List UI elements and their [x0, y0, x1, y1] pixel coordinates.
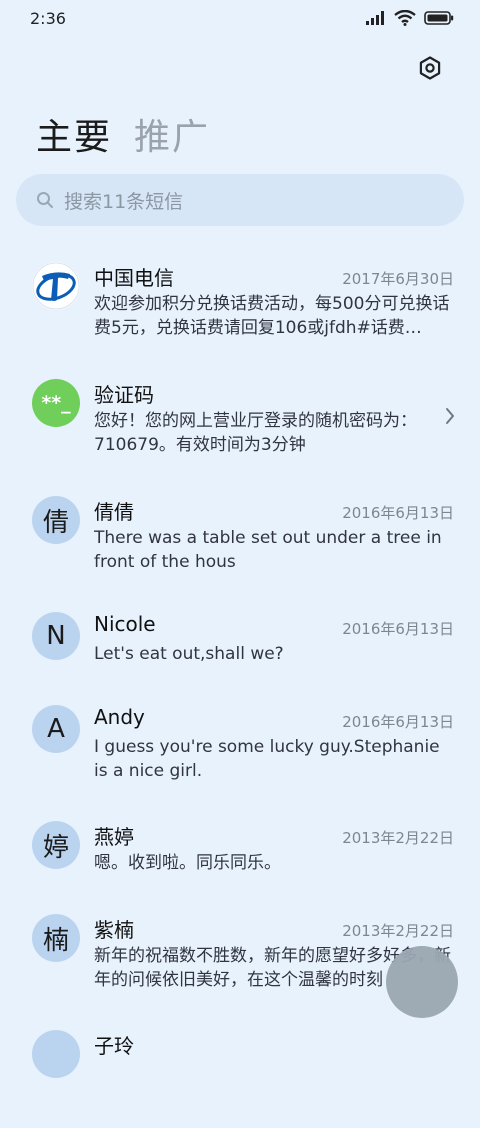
list-item[interactable]: A Andy 2016年6月13日 I guess you're some lu…	[0, 693, 480, 803]
search-placeholder: 搜索11条短信	[64, 190, 184, 213]
sender-name: 中国电信	[94, 266, 174, 290]
avatar	[32, 1030, 80, 1078]
status-bar: 2:36	[0, 0, 480, 40]
signal-icon	[366, 11, 384, 25]
list-item[interactable]: 倩 倩倩 2016年6月13日 There was a table set ou…	[0, 484, 480, 594]
tab-promotions[interactable]: 推广	[134, 108, 210, 160]
avatar: 楠	[32, 914, 80, 962]
tab-primary[interactable]: 主要	[36, 108, 112, 160]
list-item[interactable]: 中国电信 2017年6月30日 欢迎参加积分兑换话费活动，每500分可兑换话费5…	[0, 250, 480, 360]
sender-name: 燕婷	[94, 825, 134, 849]
message-date: 2016年6月13日	[342, 620, 454, 638]
status-icons	[366, 10, 454, 26]
avatar: 倩	[32, 496, 80, 544]
avatar: 婷	[32, 821, 80, 869]
sender-name: 子玲	[94, 1034, 134, 1058]
message-date: 2013年2月22日	[342, 922, 454, 940]
status-time: 2:36	[30, 9, 66, 28]
message-date: 2017年6月30日	[342, 270, 454, 288]
wifi-icon	[394, 10, 416, 26]
avatar: **_	[32, 379, 80, 427]
search-icon	[37, 192, 53, 208]
list-item[interactable]: **_ 验证码 您好！您的网上营业厅登录的随机密码为：710679。有效时间为3…	[0, 367, 480, 477]
chevron-right-icon[interactable]	[444, 407, 456, 425]
compose-fab-button[interactable]	[386, 946, 458, 1018]
avatar: N	[32, 612, 80, 660]
settings-button[interactable]	[414, 52, 446, 84]
sender-name: 紫楠	[94, 918, 134, 942]
message-preview: Let's eat out,shall we?	[94, 644, 284, 664]
settings-icon	[419, 56, 441, 80]
message-preview: I guess you're some lucky guy.Stephanie …	[94, 737, 440, 781]
message-preview: 您好！您的网上营业厅登录的随机密码为：710679。有效时间为3分钟	[94, 411, 417, 455]
sender-name: 验证码	[94, 383, 154, 407]
china-telecom-logo	[32, 262, 80, 310]
message-date: 2013年2月22日	[342, 829, 454, 847]
message-date: 2016年6月13日	[342, 504, 454, 522]
battery-icon	[424, 11, 454, 25]
china-telecom-logo-icon	[32, 262, 80, 310]
sender-name: 倩倩	[94, 500, 134, 524]
tab-bar: 主要 推广	[36, 108, 210, 160]
sender-name: Nicole	[94, 612, 156, 636]
message-preview: 嗯。收到啦。同乐同乐。	[94, 853, 281, 873]
list-item[interactable]: 子玲	[0, 1018, 480, 1128]
search-input[interactable]: 搜索11条短信	[16, 174, 464, 226]
sender-name: Andy	[94, 705, 145, 729]
message-preview: There was a table set out under a tree i…	[94, 528, 442, 572]
message-date: 2016年6月13日	[342, 713, 454, 731]
message-preview: 欢迎参加积分兑换话费活动，每500分可兑换话费5元，兑换话费请回复106或jfd…	[94, 294, 450, 338]
avatar: A	[32, 705, 80, 753]
